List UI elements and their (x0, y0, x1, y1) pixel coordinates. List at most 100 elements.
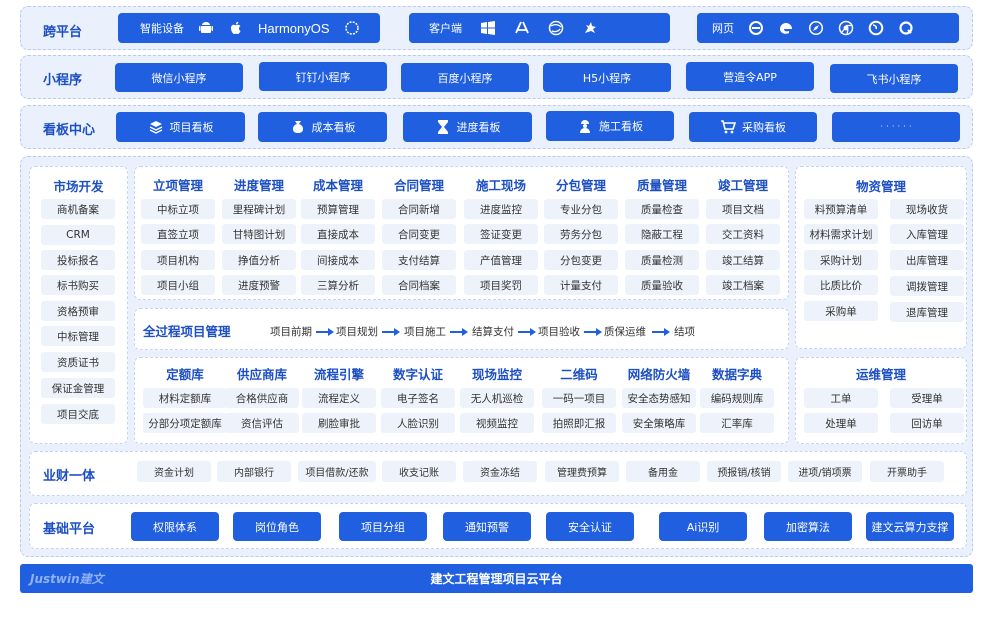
finance-item[interactable]: 收支记账 (382, 461, 456, 482)
finance-item[interactable]: 管理费预算 (545, 461, 619, 482)
module-item[interactable]: 质量验收 (625, 275, 699, 295)
module-item[interactable]: 支付结算 (382, 250, 456, 270)
market-item-handover[interactable]: 项目交底 (41, 404, 115, 424)
module-item[interactable]: 签证变更 (464, 224, 538, 244)
module-item[interactable]: 质量检查 (625, 199, 699, 219)
lower-module-item[interactable]: 无人机巡检 (460, 388, 534, 408)
base-item[interactable]: 安全认证 (546, 512, 634, 541)
market-item-bid-signup[interactable]: 投标报名 (41, 250, 115, 270)
module-item[interactable]: 合同变更 (382, 224, 456, 244)
ops-item-ticket[interactable]: 工单 (804, 388, 878, 408)
mini-program-dingtalk[interactable]: 钉钉小程序 (259, 62, 387, 91)
market-item-certificates[interactable]: 资质证书 (41, 352, 115, 372)
materials-item-demand-plan[interactable]: 材料需求计划 (804, 224, 878, 244)
lower-module-item[interactable]: 材料定额库 (143, 388, 227, 408)
module-item[interactable]: 专业分包 (544, 199, 618, 219)
module-item[interactable]: 间接成本 (301, 250, 375, 270)
smart-devices-group[interactable]: 智能设备 HarmonyOS (118, 13, 380, 43)
module-item[interactable]: 直接成本 (301, 224, 375, 244)
mini-program-wechat[interactable]: 微信小程序 (115, 63, 243, 92)
module-item[interactable]: 合同新增 (382, 199, 456, 219)
lower-module-item[interactable]: 资信评估 (225, 413, 299, 433)
market-item-award[interactable]: 中标管理 (41, 326, 115, 346)
lower-module-item[interactable]: 安全策略库 (622, 413, 696, 433)
mini-program-app[interactable]: 营造令APP (686, 62, 814, 91)
materials-item-stock-in[interactable]: 入库管理 (890, 224, 964, 244)
materials-item-price-compare[interactable]: 比质比价 (804, 275, 878, 295)
mini-program-h5[interactable]: H5小程序 (543, 63, 671, 92)
client-group[interactable]: 客户端 (409, 13, 670, 43)
base-item[interactable]: Ai识别 (659, 512, 747, 541)
dashboard-more[interactable]: · · · · · · (832, 112, 960, 142)
module-item[interactable]: 项目奖罚 (464, 275, 538, 295)
module-item[interactable]: 三算分析 (301, 275, 375, 295)
base-item[interactable]: 岗位角色 (233, 512, 321, 541)
module-item[interactable]: 合同档案 (382, 275, 456, 295)
lower-module-item[interactable]: 刷脸审批 (302, 413, 376, 433)
base-item[interactable]: 权限体系 (131, 512, 219, 541)
lower-module-item[interactable]: 流程定义 (302, 388, 376, 408)
module-item[interactable]: 挣值分析 (222, 250, 296, 270)
module-item[interactable]: 直签立项 (141, 224, 215, 244)
materials-item-purchase-plan[interactable]: 采购计划 (804, 250, 878, 270)
lower-module-item[interactable]: 安全态势感知 (622, 388, 696, 408)
market-item-tender-purchase[interactable]: 标书购买 (41, 275, 115, 295)
finance-item[interactable]: 备用金 (626, 461, 700, 482)
ops-item-accept[interactable]: 受理单 (890, 388, 964, 408)
module-item[interactable]: 甘特图计划 (222, 224, 296, 244)
finance-item[interactable]: 资金冻结 (463, 461, 537, 482)
finance-item[interactable]: 开票助手 (870, 461, 944, 482)
ops-item-revisit[interactable]: 回访单 (890, 413, 964, 433)
module-item[interactable]: 竣工结算 (706, 250, 780, 270)
dashboard-procurement[interactable]: 采购看板 (689, 112, 817, 142)
module-item[interactable]: 进度预警 (222, 275, 296, 295)
finance-item[interactable]: 进项/销项票 (788, 461, 862, 482)
module-item[interactable]: 质量检测 (625, 250, 699, 270)
web-group[interactable]: 网页 (697, 13, 959, 43)
module-item[interactable]: 中标立项 (141, 199, 215, 219)
base-item[interactable]: 项目分组 (339, 512, 427, 541)
dashboard-progress[interactable]: 进度看板 (403, 112, 532, 142)
lower-module-item[interactable]: 视频监控 (460, 413, 534, 433)
lower-module-item[interactable]: 汇率库 (700, 413, 774, 433)
materials-item-purchase-order[interactable]: 采购单 (804, 301, 878, 321)
market-item-prequalification[interactable]: 资格预审 (41, 301, 115, 321)
dashboard-project[interactable]: 项目看板 (116, 112, 245, 142)
lower-module-item[interactable]: 编码规则库 (700, 388, 774, 408)
module-item[interactable]: 产值管理 (464, 250, 538, 270)
materials-item-return[interactable]: 退库管理 (890, 302, 964, 322)
module-item[interactable]: 隐蔽工程 (625, 224, 699, 244)
materials-item-stock-out[interactable]: 出库管理 (890, 250, 964, 270)
finance-item[interactable]: 资金计划 (137, 461, 211, 482)
dashboard-construction[interactable]: 施工看板 (546, 111, 674, 141)
module-item[interactable]: 里程碑计划 (222, 199, 296, 219)
module-item[interactable]: 分包变更 (544, 250, 618, 270)
finance-item[interactable]: 内部银行 (217, 461, 291, 482)
market-item-crm[interactable]: CRM (41, 225, 115, 245)
market-item-opportunity[interactable]: 商机备案 (41, 199, 115, 219)
materials-item-receiving[interactable]: 现场收货 (890, 199, 964, 219)
module-item[interactable]: 预算管理 (301, 199, 375, 219)
materials-item-budget-list[interactable]: 料预算清单 (804, 199, 878, 219)
materials-item-transfer[interactable]: 调拨管理 (890, 276, 964, 296)
lower-module-item[interactable]: 拍照即汇报 (542, 413, 616, 433)
module-item[interactable]: 项目文档 (706, 199, 780, 219)
lower-module-item[interactable]: 合格供应商 (225, 388, 299, 408)
base-item[interactable]: 加密算法 (764, 512, 852, 541)
dashboard-cost[interactable]: 成本看板 (258, 112, 387, 142)
module-item[interactable]: 计量支付 (544, 275, 618, 295)
module-item[interactable]: 项目小组 (141, 275, 215, 295)
ops-item-handle[interactable]: 处理单 (804, 413, 878, 433)
market-item-deposit[interactable]: 保证金管理 (41, 378, 115, 398)
module-item[interactable]: 项目机构 (141, 250, 215, 270)
mini-program-baidu[interactable]: 百度小程序 (401, 63, 529, 92)
lower-module-item[interactable]: 人脸识别 (381, 413, 455, 433)
base-item[interactable]: 建文云算力支撑 (866, 512, 954, 541)
module-item[interactable]: 竣工档案 (706, 275, 780, 295)
module-item[interactable]: 进度监控 (464, 199, 538, 219)
module-item[interactable]: 交工资料 (706, 224, 780, 244)
module-item[interactable]: 劳务分包 (544, 224, 618, 244)
base-item[interactable]: 通知预警 (443, 512, 531, 541)
finance-item[interactable]: 项目借款/还款 (298, 461, 376, 482)
mini-program-feishu[interactable]: 飞书小程序 (830, 64, 958, 93)
